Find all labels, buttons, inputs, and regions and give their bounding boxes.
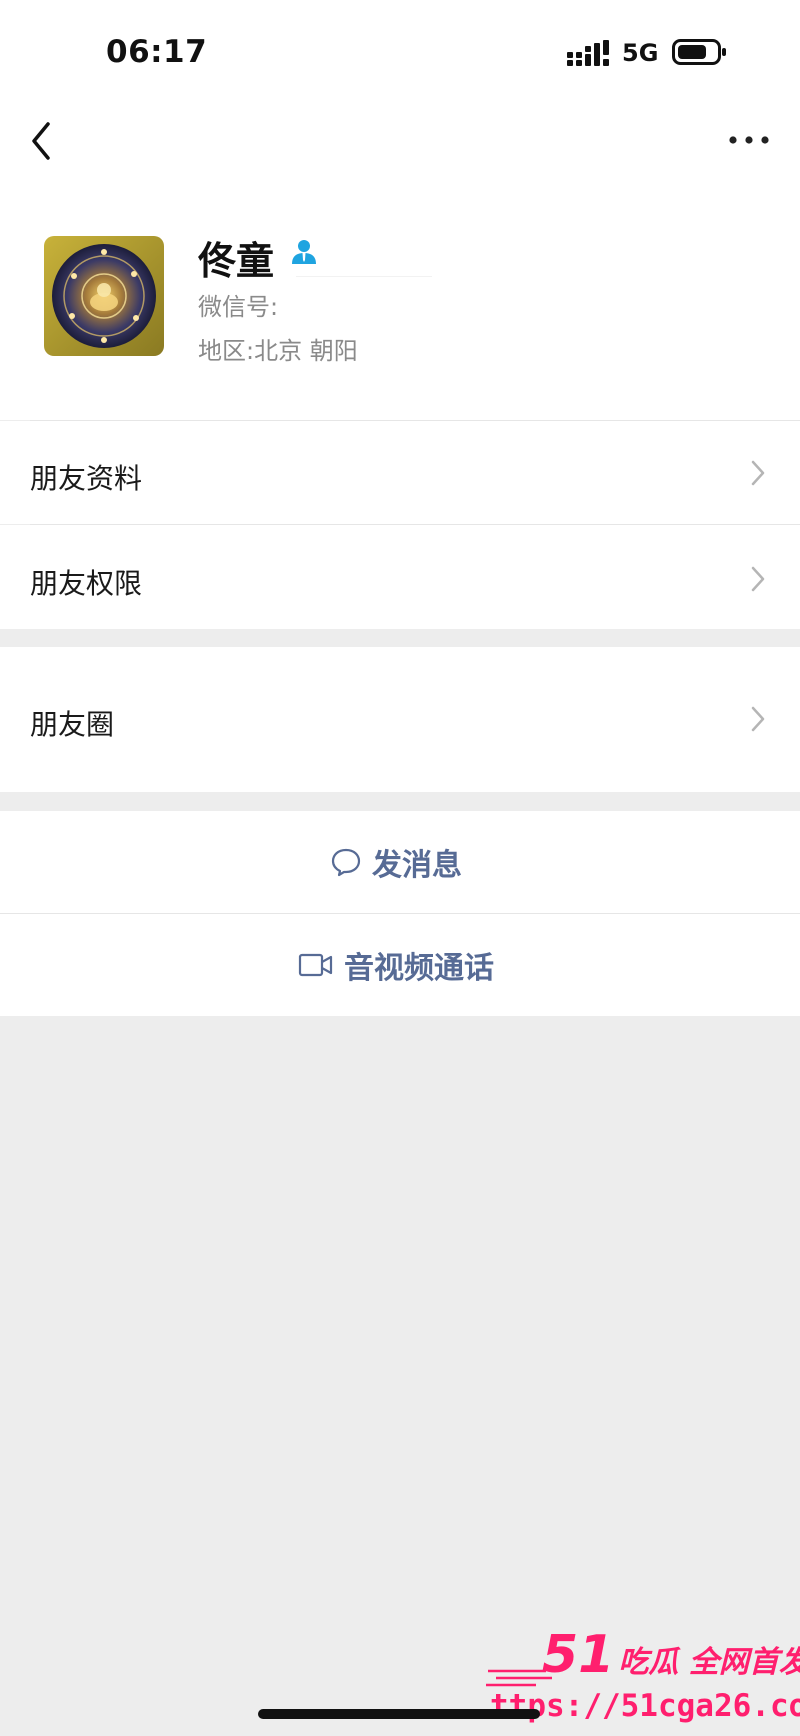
status-time: 06:17 [106,34,208,70]
av-call-content: 音视频通话 [298,914,494,1016]
row-friend-permissions-label: 朋友权限 [30,567,143,600]
send-message-label: 发消息 [372,848,462,883]
region-text: 地区:北京 朝阳 [198,337,358,365]
chevron-right-icon [751,460,765,486]
chevron-right-icon [751,706,765,732]
watermark-brand-number: 51 [542,1625,615,1685]
av-call-button[interactable]: 音视频通话 [0,914,800,1016]
chat-bubble-icon [331,848,361,877]
avatar[interactable] [44,236,164,356]
wechat-id-redacted [296,276,432,311]
wechat-id-label: 微信号: [198,293,279,321]
home-indicator[interactable] [258,1709,540,1719]
battery-icon [672,39,726,65]
row-friend-permissions[interactable]: 朋友权限 [0,525,800,629]
send-message-content: 发消息 [330,811,462,913]
profile-name: 佟童 [198,239,275,283]
chevron-left-icon[interactable] [24,118,58,164]
row-moments-label: 朋友圈 [30,708,115,741]
video-camera-icon [298,953,333,977]
send-message-button[interactable]: 发消息 [0,811,800,913]
more-dots-icon[interactable] [726,126,772,154]
network-type: 5G [622,39,659,67]
row-moments[interactable]: 朋友圈 [0,647,800,792]
watermark-brand-text: 吃瓜 全网首发 [618,1645,800,1680]
av-call-label: 音视频通话 [344,951,494,986]
row-friend-profile[interactable]: 朋友资料 [0,421,800,524]
row-friend-profile-label: 朋友资料 [30,462,143,495]
contact-person-icon [292,240,316,264]
watermark-brand: 51 吃瓜 全网首发 [542,1625,800,1685]
signal-strength-icon [567,40,609,66]
chevron-right-icon [751,566,765,592]
